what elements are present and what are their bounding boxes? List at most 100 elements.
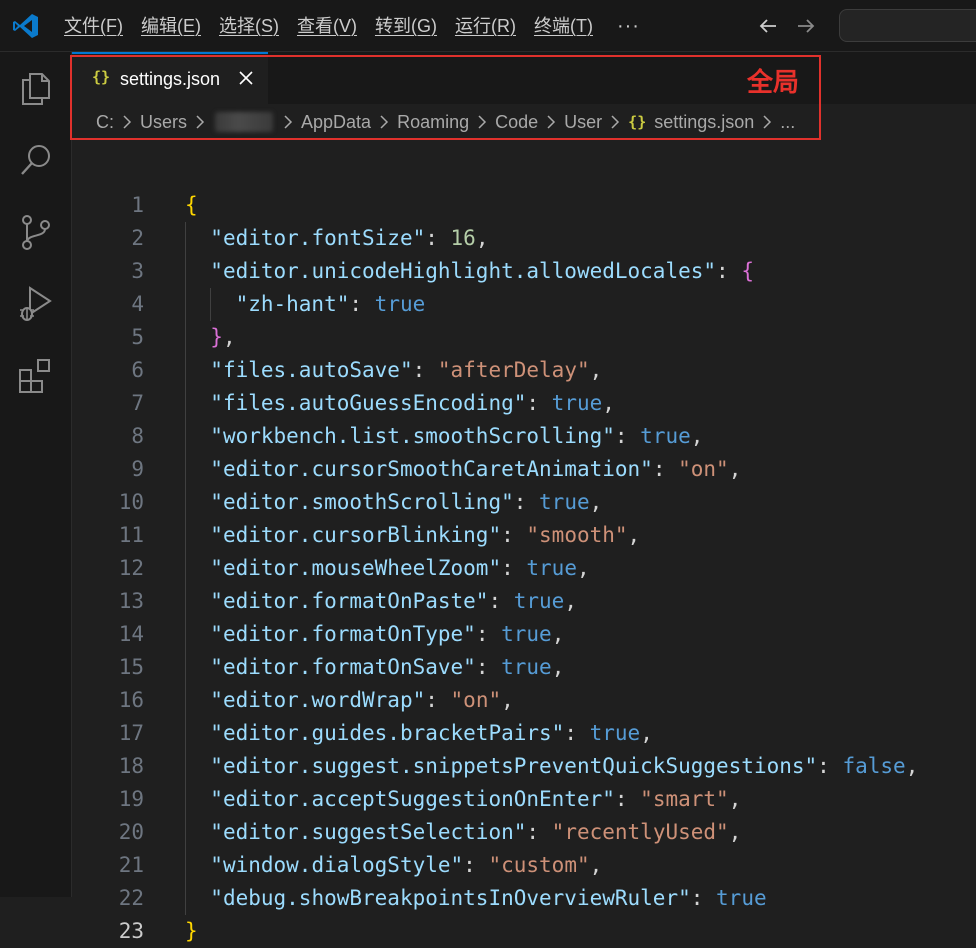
code-token: , [501, 688, 514, 712]
line-number: 15 [118, 655, 144, 679]
code-token: "smart" [640, 787, 729, 811]
breadcrumb-roaming[interactable]: Roaming [397, 112, 469, 133]
line-number: 13 [118, 589, 144, 613]
tab-settings-json[interactable]: {} settings.json [72, 52, 268, 104]
menu-terminal[interactable]: 终端(T) [526, 0, 603, 52]
code-token: , [602, 391, 615, 415]
code-token: "editor.suggest.snippetsPreventQuickSugg… [210, 754, 818, 778]
code-line[interactable]: 12 "editor.mouseWheelZoom": true, [72, 552, 976, 585]
arrow-right-icon[interactable] [794, 14, 818, 38]
vscode-logo-icon[interactable] [12, 12, 40, 40]
code-line[interactable]: 1{ [72, 189, 976, 222]
chevron-right-icon [763, 115, 772, 129]
menu-file[interactable]: 文件(F) [56, 0, 133, 52]
code-line[interactable]: 17 "editor.guides.bracketPairs": true, [72, 717, 976, 750]
code-line[interactable]: 7 "files.autoGuessEncoding": true, [72, 387, 976, 420]
breadcrumb-drive[interactable]: C: [96, 112, 114, 133]
code-text: "editor.formatOnType": true, [185, 618, 564, 651]
code-token: "workbench.list.smoothScrolling" [210, 424, 615, 448]
code-text: } [185, 915, 198, 948]
line-number: 23 [118, 919, 144, 943]
code-line[interactable]: 6 "files.autoSave": "afterDelay", [72, 354, 976, 387]
code-token: true [640, 424, 691, 448]
breadcrumb-code[interactable]: Code [495, 112, 538, 133]
breadcrumb-username-redacted[interactable] [215, 112, 274, 132]
menu-edit[interactable]: 编辑(E) [133, 0, 211, 52]
code-line[interactable]: 4 "zh-hant": true [72, 288, 976, 321]
menu-more-button[interactable]: ··· [603, 0, 654, 52]
code-line[interactable]: 10 "editor.smoothScrolling": true, [72, 486, 976, 519]
code-text: "files.autoSave": "afterDelay", [185, 354, 602, 387]
code-line[interactable]: 11 "editor.cursorBlinking": "smooth", [72, 519, 976, 552]
menu-view[interactable]: 查看(V) [289, 0, 367, 52]
arrow-left-icon[interactable] [756, 14, 780, 38]
json-file-icon: {} [92, 68, 111, 86]
code-line[interactable]: 22 "debug.showBreakpointsInOverviewRuler… [72, 882, 976, 915]
code-line[interactable]: 2 "editor.fontSize": 16, [72, 222, 976, 255]
code-text: "editor.acceptSuggestionOnEnter": "smart… [185, 783, 741, 816]
code-line[interactable]: 8 "workbench.list.smoothScrolling": true… [72, 420, 976, 453]
code-token: "editor.formatOnSave" [210, 655, 476, 679]
chevron-right-icon [547, 115, 556, 129]
menu-go[interactable]: 转到(G) [367, 0, 447, 52]
code-line[interactable]: 20 "editor.suggestSelection": "recentlyU… [72, 816, 976, 849]
line-number: 18 [118, 754, 144, 778]
code-line[interactable]: 5 }, [72, 321, 976, 354]
code-token: true [539, 490, 590, 514]
breadcrumb-user[interactable]: User [564, 112, 602, 133]
close-icon[interactable] [238, 70, 254, 86]
code-text: "editor.guides.bracketPairs": true, [185, 717, 653, 750]
command-center-search[interactable] [839, 9, 976, 42]
code-token: : [501, 523, 527, 547]
breadcrumb-more[interactable]: ... [780, 112, 795, 133]
search-icon[interactable] [16, 140, 56, 180]
code-token: "files.autoSave" [210, 358, 413, 382]
editor-area: {} settings.json C: Users AppData Roamin… [72, 52, 976, 943]
code-line[interactable]: 19 "editor.acceptSuggestionOnEnter": "sm… [72, 783, 976, 816]
code-line[interactable]: 21 "window.dialogStyle": "custom", [72, 849, 976, 882]
code-token: "editor.guides.bracketPairs" [210, 721, 565, 745]
code-token: , [551, 655, 565, 679]
code-token: , [905, 754, 919, 778]
code-token: "recentlyUsed" [551, 820, 729, 844]
line-number: 10 [118, 490, 144, 514]
code-token: , [728, 787, 742, 811]
code-token: "editor.cursorSmoothCaretAnimation" [210, 457, 653, 481]
code-line[interactable]: 9 "editor.cursorSmoothCaretAnimation": "… [72, 453, 976, 486]
code-editor[interactable]: 1{2 "editor.fontSize": 16, 3 "editor.unic… [72, 189, 976, 948]
code-token: : [349, 292, 375, 316]
source-control-icon[interactable] [16, 212, 56, 252]
line-number: 11 [118, 523, 144, 547]
code-token: , [589, 853, 603, 877]
line-number: 17 [118, 721, 144, 745]
breadcrumb-appdata[interactable]: AppData [301, 112, 371, 133]
code-line[interactable]: 23} [72, 915, 976, 948]
code-token: false [842, 754, 906, 778]
breadcrumb-users[interactable]: Users [140, 112, 187, 133]
run-debug-icon[interactable] [16, 284, 56, 324]
menu-run[interactable]: 运行(R) [447, 0, 526, 52]
code-line[interactable]: 18 "editor.suggest.snippetsPreventQuickS… [72, 750, 976, 783]
code-line[interactable]: 13 "editor.formatOnPaste": true, [72, 585, 976, 618]
code-token: "editor.wordWrap" [210, 688, 426, 712]
code-line[interactable]: 15 "editor.formatOnSave": true, [72, 651, 976, 684]
extensions-icon[interactable] [16, 356, 56, 396]
code-token: , [222, 325, 236, 349]
code-token: , [640, 721, 653, 745]
code-token: true [501, 655, 552, 679]
code-line[interactable]: 16 "editor.wordWrap": "on", [72, 684, 976, 717]
code-token: : [817, 754, 843, 778]
tab-strip: {} settings.json [72, 52, 976, 104]
code-line[interactable]: 14 "editor.formatOnType": true, [72, 618, 976, 651]
menu-selection[interactable]: 选择(S) [211, 0, 289, 52]
breadcrumb-file[interactable]: settings.json [654, 112, 754, 133]
code-line[interactable]: 3 "editor.unicodeHighlight.allowedLocale… [72, 255, 976, 288]
explorer-icon[interactable] [16, 68, 56, 108]
